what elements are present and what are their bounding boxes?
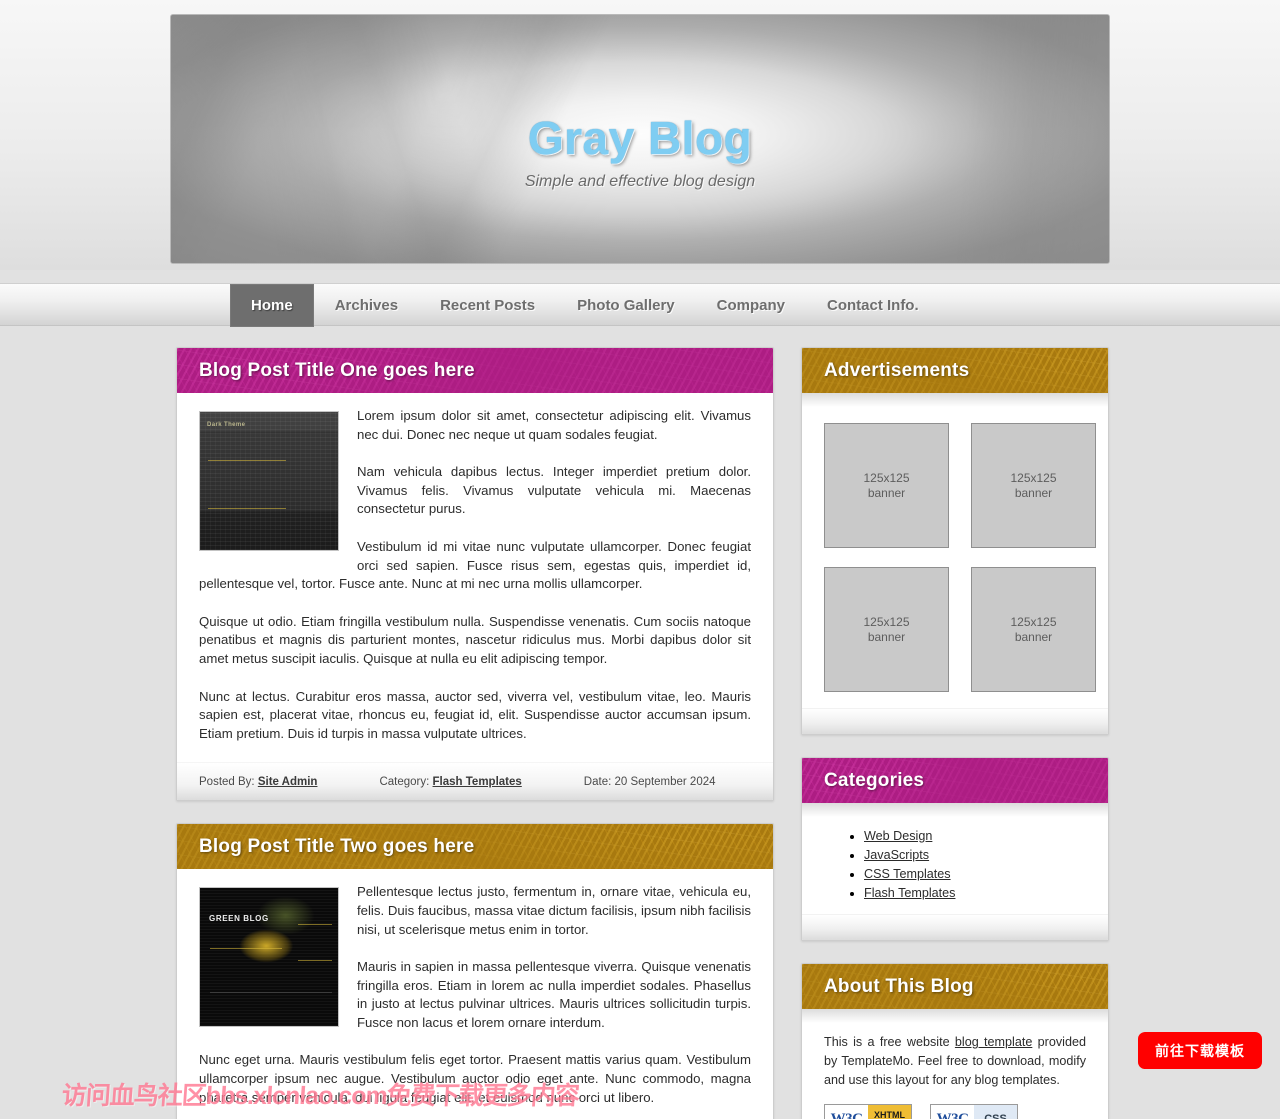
nav-item-recent-posts[interactable]: Recent Posts	[419, 284, 556, 327]
thumbnail-art	[200, 412, 338, 550]
category-item: JavaScripts	[864, 848, 1086, 862]
post-one-header: Blog Post Title One goes here	[177, 348, 773, 393]
ad-banner-caption: banner	[867, 629, 906, 644]
post-two-thumbnail[interactable]: GREEN BLOG	[199, 887, 339, 1028]
ad-banner-caption: banner	[867, 485, 906, 500]
ad-banner[interactable]: 125x125 banner	[824, 423, 949, 548]
post-author-link[interactable]: Site Admin	[258, 776, 318, 788]
about-body: This is a free website blog template pro…	[802, 1009, 1108, 1119]
posted-by-label: Posted By:	[199, 775, 255, 788]
w3c-logo-text: W3C	[931, 1105, 974, 1119]
site-header-banner: Gray Blog Simple and effective blog desi…	[170, 14, 1110, 264]
post-two-title: Blog Post Title Two goes here	[199, 835, 475, 857]
w3c-badge-label-top: CSS	[984, 1113, 1007, 1119]
w3c-badge-label-top: XHTML	[874, 1109, 905, 1119]
nav-label: Contact Info.	[826, 297, 919, 314]
nav-item-home[interactable]: Home	[230, 284, 314, 327]
advertisements-title: Advertisements	[824, 359, 970, 381]
post-one-paragraph: Nunc at lectus. Curabitur eros massa, au…	[199, 688, 751, 741]
advertisements-grid: 125x125 banner 125x125 banner 125x125 ba…	[824, 411, 1096, 704]
category-item: CSS Templates	[864, 867, 1086, 881]
nav-label: Archives	[334, 297, 399, 314]
ad-banner-size: 125x125	[1010, 470, 1057, 485]
categories-list: Web Design JavaScripts CSS Templates Fla…	[824, 829, 1086, 900]
categories-title: Categories	[824, 769, 925, 791]
blog-post-two: Blog Post Title Two goes here GREEN BLOG…	[176, 823, 774, 1119]
ad-banner-size: 125x125	[1010, 614, 1057, 629]
about-text-before: This is a free website	[824, 1035, 955, 1049]
site-title: Gray Blog	[527, 112, 753, 164]
category-link-flash-templates[interactable]: Flash Templates	[864, 886, 955, 900]
post-author-meta: Posted By: Site Admin	[199, 776, 317, 788]
categories-footer	[802, 914, 1108, 940]
ad-banner-caption: banner	[1014, 485, 1053, 500]
w3c-css-badge-icon[interactable]: W3C CSS	[930, 1104, 1018, 1119]
categories-header: Categories	[802, 758, 1108, 803]
advertisements-footer	[802, 708, 1108, 734]
thumbnail-art	[200, 888, 338, 1027]
nav-label: Home	[251, 297, 293, 314]
post-date: 20 September 2024	[614, 775, 716, 788]
ad-banner-size: 125x125	[863, 614, 910, 629]
nav-item-photo-gallery[interactable]: Photo Gallery	[556, 284, 696, 327]
ad-banner[interactable]: 125x125 banner	[971, 567, 1096, 692]
advertisements-header: Advertisements	[802, 348, 1108, 393]
category-link-javascripts[interactable]: JavaScripts	[864, 848, 929, 862]
thumbnail-caption: GREEN BLOG	[209, 914, 269, 924]
nav-item-company[interactable]: Company	[696, 284, 806, 327]
about-title: About This Blog	[824, 975, 974, 997]
ad-banner-size: 125x125	[863, 470, 910, 485]
category-link-web-design[interactable]: Web Design	[864, 829, 932, 843]
blog-template-link[interactable]: blog template	[955, 1035, 1032, 1049]
w3c-xhtml-label: XHTML 1.0	[868, 1105, 911, 1119]
post-two-header: Blog Post Title Two goes here	[177, 824, 773, 870]
post-category-meta: Category: Flash Templates	[379, 776, 521, 788]
about-text: This is a free website blog template pro…	[824, 1033, 1086, 1090]
w3c-css-label: CSS	[974, 1105, 1017, 1119]
post-date-meta: Date: 20 September 2024	[584, 776, 716, 788]
site-tagline: Simple and effective blog design	[524, 173, 756, 190]
about-header: About This Blog	[802, 964, 1108, 1009]
category-label: Category:	[379, 775, 430, 788]
post-one-title: Blog Post Title One goes here	[199, 359, 475, 381]
ad-banner-caption: banner	[1014, 629, 1053, 644]
nav-item-archives[interactable]: Archives	[314, 284, 419, 327]
nav-label: Recent Posts	[440, 297, 536, 314]
sidebar-about-this-blog: About This Blog This is a free website b…	[801, 963, 1109, 1119]
category-item: Web Design	[864, 829, 1086, 843]
download-template-button[interactable]: 前往下载模板	[1138, 1032, 1262, 1069]
w3c-xhtml-badge-icon[interactable]: W3C XHTML 1.0	[824, 1104, 912, 1119]
date-label: Date:	[583, 775, 612, 788]
thumbnail-caption: Dark Theme	[207, 422, 246, 428]
page-root: Gray Blog Simple and effective blog desi…	[0, 0, 1280, 1119]
nav-label: Company	[716, 297, 785, 314]
post-category-link[interactable]: Flash Templates	[433, 776, 522, 788]
post-one-meta: Posted By: Site Admin Category: Flash Te…	[177, 762, 773, 801]
main-navigation-bar: Home Archives Recent Posts Photo Gallery…	[0, 283, 1280, 327]
category-link-css-templates[interactable]: CSS Templates	[864, 867, 951, 881]
blog-post-one: Blog Post Title One goes here Dark Theme…	[176, 347, 774, 802]
categories-body: Web Design JavaScripts CSS Templates Fla…	[802, 803, 1108, 914]
header-title-block: Gray Blog Simple and effective blog desi…	[171, 115, 1109, 191]
sidebar-advertisements: Advertisements 125x125 banner 125x125 ba…	[801, 347, 1109, 735]
main-column: Blog Post Title One goes here Dark Theme…	[176, 347, 774, 1119]
w3c-badges-row: W3C XHTML 1.0 W3C CSS	[824, 1104, 1086, 1119]
post-one-body: Dark Theme Lorem ipsum dolor sit amet, c…	[177, 393, 773, 743]
post-one-paragraph: Quisque ut odio. Etiam fringilla vestibu…	[199, 613, 751, 666]
ad-banner[interactable]: 125x125 banner	[971, 423, 1096, 548]
advertisements-body: 125x125 banner 125x125 banner 125x125 ba…	[802, 393, 1108, 708]
post-one-thumbnail[interactable]: Dark Theme	[199, 411, 339, 551]
post-two-body: GREEN BLOG Pellentesque lectus justo, fe…	[177, 869, 773, 1107]
w3c-logo-text: W3C	[825, 1105, 868, 1119]
category-item: Flash Templates	[864, 886, 1086, 900]
nav-list: Home Archives Recent Posts Photo Gallery…	[230, 284, 940, 327]
nav-label: Photo Gallery	[577, 297, 675, 314]
post-two-paragraph: Nunc eget urna. Mauris vestibulum felis …	[199, 1052, 751, 1105]
sidebar-column: Advertisements 125x125 banner 125x125 ba…	[801, 347, 1109, 1119]
ad-banner[interactable]: 125x125 banner	[824, 567, 949, 692]
nav-item-contact-info[interactable]: Contact Info.	[806, 284, 940, 327]
sidebar-categories: Categories Web Design JavaScripts CSS Te…	[801, 757, 1109, 941]
